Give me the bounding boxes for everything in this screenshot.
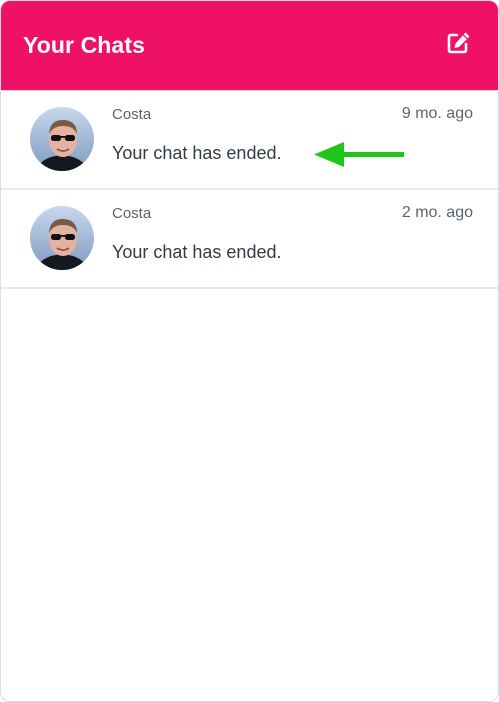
chat-time: 2 mo. ago — [401, 204, 473, 221]
chat-message: Your chat has ended. — [112, 143, 282, 163]
edit-icon — [446, 31, 472, 60]
chat-panel: Your Chats Costa 9 mo. ago Your chat has… — [0, 0, 499, 702]
chat-message: Your chat has ended. — [112, 242, 282, 262]
compose-button[interactable] — [444, 31, 474, 61]
chat-list-item[interactable]: Costa 2 mo. ago Your chat has ended. — [1, 190, 498, 289]
chat-list-item[interactable]: Costa 9 mo. ago Your chat has ended. — [1, 91, 498, 190]
chat-sender: Costa — [112, 106, 152, 123]
chat-list: Costa 9 mo. ago Your chat has ended. Cos… — [1, 91, 498, 289]
avatar — [30, 206, 94, 270]
avatar — [30, 107, 94, 171]
chat-sender: Costa — [112, 205, 152, 222]
page-title: Your Chats — [23, 32, 145, 58]
chat-time: 9 mo. ago — [401, 105, 473, 122]
chat-header: Your Chats — [1, 1, 498, 91]
arrow-left-icon — [314, 141, 406, 174]
